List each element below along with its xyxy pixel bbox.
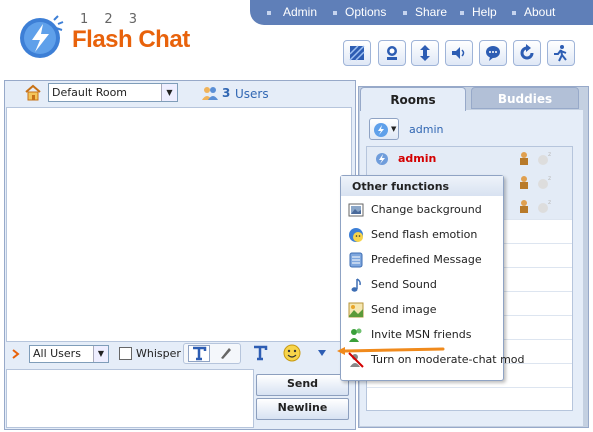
nav-about[interactable]: About [524,5,555,19]
sound-icon [351,278,361,292]
logout-icon [554,45,567,62]
chevron-down-icon: ▼ [161,84,177,101]
empty-row [367,387,572,411]
status-lightning-icon [376,153,388,165]
font-icon [254,345,268,361]
user-count: 3 [222,86,231,100]
menu-item-send-image[interactable]: Send image [341,298,503,322]
svg-text:z: z [548,175,551,182]
text-color-icon [193,346,207,361]
msn-icon [349,328,362,342]
avatar-icon [387,46,397,60]
status-icon [486,46,500,61]
emotion-icon [349,228,363,242]
menu-title: Other functions [341,176,503,196]
refresh-icon [520,44,534,60]
menu-item-send-sound[interactable]: Send Sound [341,273,503,297]
text-color-button[interactable] [188,345,210,362]
resize-icon [420,45,430,61]
message-icon [349,252,363,268]
chevron-down-icon: ▼ [391,125,397,133]
user-profile-icon[interactable] [518,151,530,166]
smiley-icon[interactable] [283,344,301,362]
svg-text:z: z [548,199,551,206]
message-input[interactable] [6,369,254,428]
menu-item-label: Send Sound [371,278,437,291]
pencil-icon [221,348,231,359]
whisper-label: Whisper [136,347,181,360]
status-lightning-icon [374,123,388,137]
newline-button[interactable]: Newline [256,398,349,420]
room-select[interactable]: Default Room ▼ [48,83,178,102]
logout-button[interactable] [547,40,575,66]
chevron-down-icon: ▼ [93,346,108,362]
svg-text:z: z [548,151,551,158]
chevron-right-icon [12,349,20,359]
tab-rooms[interactable]: Rooms [360,87,466,111]
brand-name: Flash Chat [72,26,190,53]
resize-button[interactable] [411,40,439,66]
nav-separator-icon [333,11,337,15]
menu-item-change-background[interactable]: Change background [341,198,503,222]
ignore-user-icon[interactable]: z [536,150,554,166]
nav-options[interactable]: Options [345,5,386,19]
menu-item-predefined-message[interactable]: Predefined Message [341,248,503,272]
volume-icon [452,47,465,59]
font-button[interactable] [250,345,270,362]
highlight-arrow-icon [337,347,445,355]
menu-item-label: Change background [371,203,482,216]
background-icon [348,203,364,217]
status-button[interactable] [479,40,507,66]
volume-button[interactable] [445,40,473,66]
nav-separator-icon [512,11,516,15]
current-user-name: admin [409,123,444,136]
avatar-button[interactable] [378,40,406,66]
my-status-button[interactable]: ▼ [369,118,399,140]
ignore-user-icon[interactable]: z [536,174,554,190]
skin-icon [349,45,365,61]
refresh-button[interactable] [513,40,541,66]
top-navigation: Admin Options Share Help About [250,0,593,25]
pencil-button[interactable] [215,345,237,362]
nav-admin[interactable]: Admin [283,5,317,19]
recipient-select-value: All Users [33,347,81,360]
tab-buddies[interactable]: Buddies [471,87,579,109]
image-icon [348,302,364,318]
room-select-value: Default Room [52,86,128,99]
home-icon[interactable] [24,84,42,101]
nav-separator-icon [460,11,464,15]
message-area[interactable] [6,107,352,342]
user-profile-icon[interactable] [518,199,530,214]
menu-item-label: Predefined Message [371,253,482,266]
whisper-checkbox[interactable] [119,347,132,360]
users-icon [202,87,218,100]
ignore-user-icon[interactable]: z [536,198,554,214]
menu-item-label: Invite MSN friends [371,328,472,341]
skin-button[interactable] [343,40,371,66]
menu-item-flash-emotion[interactable]: Send flash emotion [341,223,503,247]
nav-share[interactable]: Share [415,5,447,19]
lightning-bubble-icon [20,15,64,58]
user-name: admin [398,152,437,165]
user-row[interactable]: admin z [367,147,572,172]
menu-item-label: Send image [371,303,437,316]
nav-separator-icon [267,11,271,15]
nav-help[interactable]: Help [472,5,497,19]
brand-digits: 1 2 3 [80,12,144,27]
user-profile-icon[interactable] [518,175,530,190]
menu-item-label: Send flash emotion [371,228,478,241]
more-functions-icon[interactable] [317,349,327,357]
send-button[interactable]: Send [256,374,349,396]
recipient-select[interactable]: All Users ▼ [29,345,109,363]
nav-separator-icon [403,11,407,15]
users-label: Users [235,87,269,101]
